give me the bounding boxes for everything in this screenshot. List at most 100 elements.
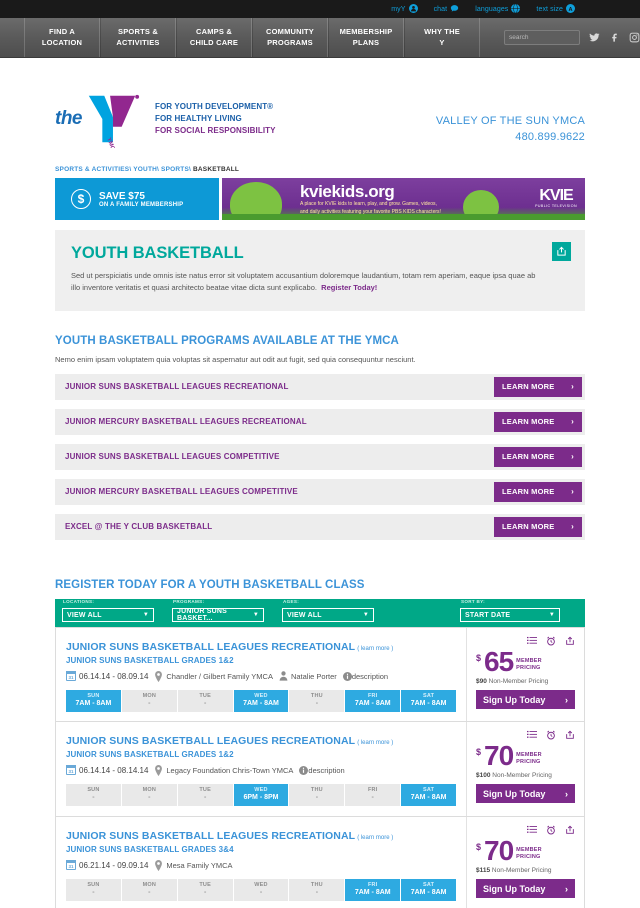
- nav-item-community-programs[interactable]: COMMUNITY PROGRAMS: [252, 18, 328, 57]
- twitter-icon[interactable]: [589, 32, 600, 43]
- user-icon: [408, 3, 418, 15]
- sort-by-select[interactable]: START DATE ▼: [460, 608, 560, 623]
- list-icon[interactable]: [527, 636, 537, 646]
- alarm-icon[interactable]: [546, 825, 556, 835]
- nav-item-line-2: CHILD CARE: [189, 37, 239, 47]
- filter-value: JUNIOR SUNS BASKET...: [177, 608, 228, 623]
- class-location[interactable]: Chandler / Gilbert Family YMCA: [154, 670, 273, 682]
- nav-item-line-1: WHY THE: [424, 27, 460, 37]
- sign-up-label: Sign Up Today: [483, 883, 546, 894]
- ymca-logo-icon[interactable]: YMCA: [83, 90, 141, 148]
- class-location[interactable]: Legacy Foundation Chris-Town YMCA: [154, 764, 293, 776]
- filter-group-locations-: LOCATIONS: VIEW ALL ▼: [62, 599, 154, 623]
- class-meta-row: 31 06.21.14 - 09.09.14 Mesa Family YMCA: [66, 859, 456, 871]
- programs-section-title: YOUTH BASKETBALL PROGRAMS AVAILABLE AT T…: [55, 334, 399, 347]
- register-today-link[interactable]: Register Today!: [321, 283, 377, 292]
- association-name: VALLEY OF THE SUN YMCA: [435, 115, 585, 128]
- share-icon[interactable]: [565, 636, 575, 646]
- date-range-text: 06.14.14 - 08.14.14: [79, 765, 149, 775]
- list-icon[interactable]: [527, 730, 537, 740]
- date-range-text: 06.14.14 - 08.09.14: [79, 671, 149, 681]
- share-button[interactable]: [552, 242, 571, 261]
- sign-up-button[interactable]: Sign Up Today ›: [476, 879, 575, 899]
- search-input[interactable]: [509, 34, 597, 41]
- filter-select[interactable]: VIEW ALL ▼: [282, 608, 374, 623]
- chevron-right-icon: ›: [565, 694, 568, 705]
- day-time: -: [259, 888, 263, 896]
- breadcrumb-item-sports[interactable]: SPORTS: [161, 166, 189, 173]
- class-title[interactable]: JUNIOR SUNS BASKETBALL LEAGUES RECREATIO…: [66, 735, 355, 747]
- sort-by-value: START DATE: [465, 611, 511, 619]
- main-navigation: FIND A LOCATION SPORTS & ACTIVITIES CAMPS & C…: [0, 18, 640, 58]
- day-cell-sat: SAT 7AM - 8AM: [401, 689, 457, 712]
- nav-item-line-1: CAMPS &: [196, 27, 232, 37]
- alarm-icon[interactable]: [546, 636, 556, 646]
- kvie-logo-subtext: PUBLIC TELEVISION: [535, 204, 577, 208]
- class-subtitle: JUNIOR SUNS BASKETBALL GRADES 1&2: [66, 655, 234, 665]
- learn-more-button[interactable]: LEARN MORE ›: [494, 481, 582, 502]
- class-card-pricing: $70 MEMBER PRICING $100 Non-Member Pricing S…: [466, 721, 584, 816]
- alarm-icon[interactable]: [546, 730, 556, 740]
- association-phone[interactable]: 480.899.9622: [436, 130, 585, 146]
- sign-up-button[interactable]: Sign Up Today ›: [476, 690, 575, 710]
- facebook-icon[interactable]: [609, 32, 620, 43]
- location-pin-icon: [154, 859, 163, 871]
- nav-item-sports-activities[interactable]: SPORTS & ACTIVITIES: [100, 18, 176, 57]
- filter-group-sort-by: SORT BY: START DATE ▼: [460, 599, 560, 623]
- instructor-text: Natalie Porter: [290, 671, 337, 681]
- day-cell-mon: MON -: [121, 783, 177, 806]
- learn-more-label: LEARN MORE: [502, 487, 555, 497]
- class-location[interactable]: Mesa Family YMCA: [154, 859, 233, 871]
- class-title-row: JUNIOR SUNS BASKETBALL LEAGUES RECREATIO…: [66, 731, 456, 749]
- tagline-line-2: FOR HEALTHY LIVING: [155, 114, 242, 123]
- utility-link-chat[interactable]: chat: [434, 4, 460, 15]
- class-card: JUNIOR SUNS BASKETBALL LEAGUES RECREATIO…: [55, 626, 585, 722]
- filter-select[interactable]: JUNIOR SUNS BASKET... ▼: [172, 608, 264, 623]
- day-cell-fri: FRI -: [345, 783, 401, 806]
- sign-up-button[interactable]: Sign Up Today ›: [476, 784, 575, 804]
- learn-more-button[interactable]: LEARN MORE ›: [494, 446, 582, 467]
- hero-intro: YOUTH BASKETBALL Sed ut perspiciatis und…: [55, 230, 585, 311]
- share-icon[interactable]: [565, 730, 575, 740]
- utility-link-myy[interactable]: myY: [391, 3, 418, 15]
- share-icon[interactable]: [565, 825, 575, 835]
- utility-link-languages[interactable]: languages: [475, 3, 521, 15]
- day-cell-tue: TUE -: [177, 783, 233, 806]
- class-action-icons: [527, 636, 575, 646]
- chevron-down-icon: ▼: [362, 612, 369, 619]
- nav-item-find-a-location[interactable]: FIND A LOCATION: [24, 18, 100, 57]
- class-title[interactable]: JUNIOR SUNS BASKETBALL LEAGUES RECREATIO…: [66, 830, 355, 842]
- list-icon[interactable]: [527, 825, 537, 835]
- breadcrumb-item-youth[interactable]: YOUTH: [133, 166, 157, 173]
- utility-link-text-size[interactable]: text size A: [536, 3, 575, 15]
- membership-promo-banner[interactable]: $ SAVE $75 ON A FAMILY MEMBERSHIP: [55, 178, 219, 220]
- nav-item-why-the-y[interactable]: WHY THE Y: [404, 18, 480, 57]
- chevron-right-icon: ›: [571, 487, 574, 497]
- location-pin-icon: [154, 764, 163, 776]
- nonmember-price: $100: [476, 772, 491, 780]
- class-card-main: JUNIOR SUNS BASKETBALL LEAGUES RECREATIO…: [56, 722, 466, 816]
- program-row: JUNIOR MERCURY BASKETBALL LEAGUES COMPET…: [55, 478, 585, 505]
- learn-more-button[interactable]: LEARN MORE ›: [494, 516, 582, 537]
- learn-more-button[interactable]: LEARN MORE ›: [494, 411, 582, 432]
- utility-link-label: text size: [536, 5, 563, 13]
- filter-select[interactable]: VIEW ALL ▼: [62, 608, 154, 623]
- filter-group-programs-: PROGRAMS: JUNIOR SUNS BASKET... ▼: [172, 599, 264, 623]
- kvie-ad-banner[interactable]: kviekids.org A place for KVIE kids to le…: [222, 178, 585, 220]
- nav-item-membership-plans[interactable]: MEMBERSHIP PLANS: [328, 18, 404, 57]
- nav-item-camps-child-care[interactable]: CAMPS & CHILD CARE: [176, 18, 252, 57]
- instagram-icon[interactable]: [629, 32, 640, 43]
- class-learn-more-link[interactable]: ( learn more ): [357, 835, 393, 841]
- nonmember-price: $90: [476, 678, 487, 686]
- class-description-link[interactable]: description: [342, 671, 388, 681]
- class-description-link[interactable]: description: [299, 765, 345, 775]
- breadcrumb-item-sports-activities[interactable]: SPORTS & ACTIVITIES: [55, 166, 129, 173]
- class-instructor[interactable]: Natalie Porter: [279, 671, 337, 681]
- class-title[interactable]: JUNIOR SUNS BASKETBALL LEAGUES RECREATIO…: [66, 641, 355, 653]
- class-learn-more-link[interactable]: ( learn more ): [357, 646, 393, 652]
- learn-more-button[interactable]: LEARN MORE ›: [494, 376, 582, 397]
- class-learn-more-link[interactable]: ( learn more ): [357, 740, 393, 746]
- page-title: YOUTH BASKETBALL: [71, 244, 244, 262]
- search-box[interactable]: [504, 30, 597, 45]
- day-cell-sat: SAT 7AM - 8AM: [401, 878, 457, 901]
